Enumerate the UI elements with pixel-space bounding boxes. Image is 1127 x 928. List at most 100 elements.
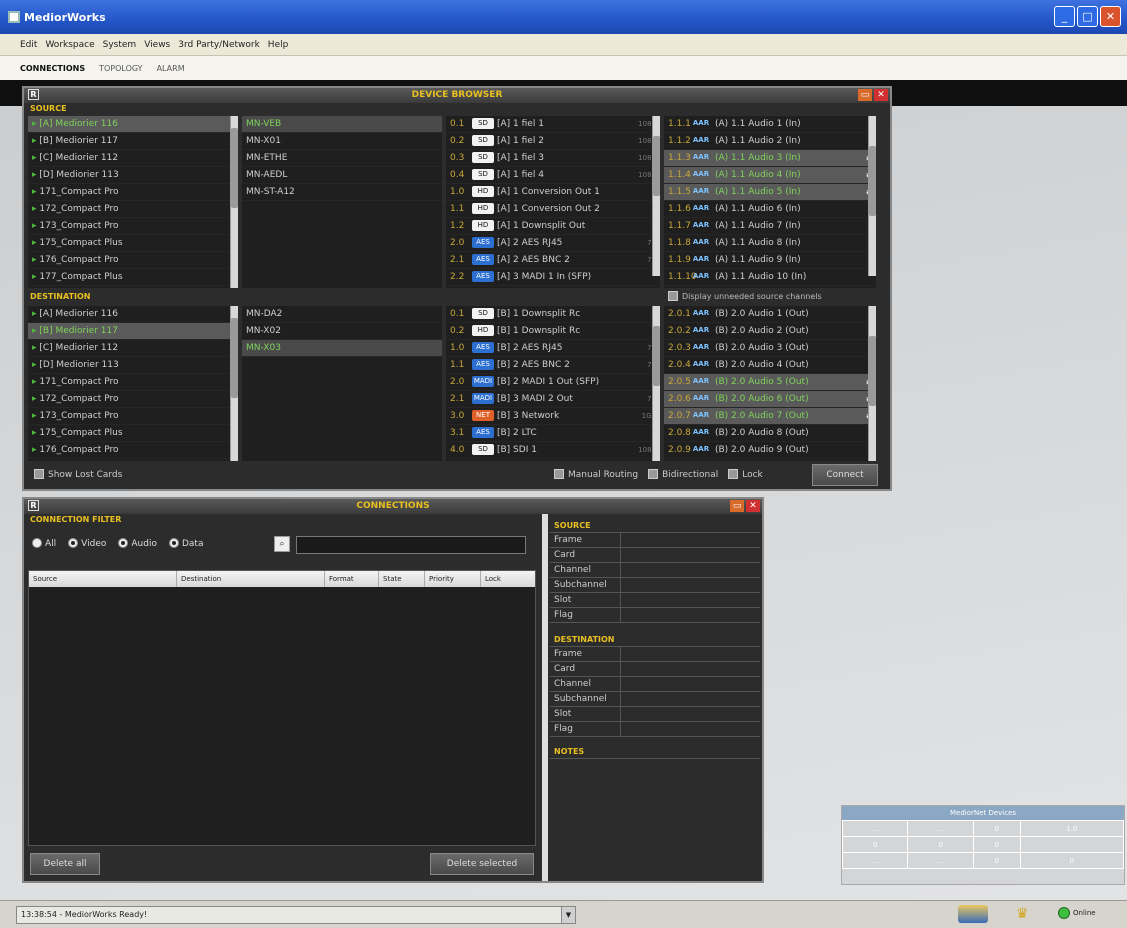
menu-system[interactable]: System [103, 40, 137, 50]
channel-list-item[interactable]: 1.1.1 AAR (A) 1.1 Audio 1 (In) [664, 116, 876, 133]
delete-all-button[interactable]: Delete all [30, 853, 100, 875]
signal-list-item[interactable]: 2.1MADI[B] 3 MADI 2 Out75 [446, 391, 660, 408]
card-list-item[interactable]: MN-AEDL [242, 167, 442, 184]
scrollbar[interactable] [230, 116, 238, 288]
column-lock[interactable]: Lock [481, 571, 535, 587]
filter-data-radio[interactable] [168, 538, 179, 548]
card-list-item[interactable]: MN-VEB [242, 116, 442, 133]
channel-list-item[interactable]: 2.0.4 AAR (B) 2.0 Audio 4 (Out) [664, 357, 876, 374]
menu-views[interactable]: Views [144, 40, 170, 50]
channel-list-item[interactable]: 1.1.6 AAR (A) 1.1 Audio 6 (In) [664, 201, 876, 218]
filter-video[interactable]: Video [68, 538, 106, 549]
display-unneeded-option[interactable]: Display unneeded source channels [668, 291, 822, 301]
channel-list-item[interactable]: 1.1.2 AAR (A) 1.1 Audio 2 (In) [664, 133, 876, 150]
frame-list-item[interactable]: ▸ 173_Compact Pro [28, 408, 238, 425]
bidirectional-option[interactable]: Bidirectional [648, 469, 718, 480]
column-destination[interactable]: Destination [177, 571, 325, 587]
frame-list-item[interactable]: ▸ 172_Compact Pro [28, 201, 238, 218]
column-source[interactable]: Source [29, 571, 177, 587]
maximize-button[interactable]: □ [1077, 6, 1098, 27]
filter-all[interactable]: All [32, 538, 56, 549]
channel-list-item[interactable]: 2.0.3 AAR (B) 2.0 Audio 3 (Out) [664, 340, 876, 357]
signal-list-item[interactable]: 1.2 HD [A] 1 Downsplit Out [446, 218, 660, 235]
signal-list-item[interactable]: 0.1 SD [B] 1 Downsplit Rc [446, 306, 660, 323]
network-sync-icon[interactable] [958, 905, 988, 923]
signal-list-item[interactable]: 2.0AES[A] 2 AES RJ4575 [446, 235, 660, 252]
menu-edit[interactable]: Edit [20, 40, 37, 50]
signal-list-item[interactable]: 0.1 SD [A] 1 fiel 1 1080 [446, 116, 660, 133]
frame-list-item[interactable]: ▸ [B] Mediorier 117 [28, 323, 238, 340]
signal-list-item[interactable]: 3.0 NET [B] 3 Network 1Gb [446, 408, 660, 425]
scrollbar[interactable] [652, 116, 660, 276]
column-priority[interactable]: Priority [425, 571, 481, 587]
signal-list-item[interactable]: 2.2 AES [A] 3 MADI 1 In (SFP) [446, 269, 660, 286]
signal-list-item[interactable]: 0.2 HD [B] 1 Downsplit Rc [446, 323, 660, 340]
frame-list-item[interactable]: ▸ 175_Compact Plus [28, 235, 238, 252]
frame-list-item[interactable]: ▸ 171_Compact Pro [28, 374, 238, 391]
channel-list-item[interactable]: 2.0.9 AAR (B) 2.0 Audio 9 (Out) [664, 442, 876, 459]
channel-list-item[interactable]: 1.1.10AAR (A) 1.1 Audio 10 (In) [664, 269, 876, 286]
channel-list-item[interactable]: 2.0.2 AAR (B) 2.0 Audio 2 (Out) [664, 323, 876, 340]
chevron-down-icon[interactable]: ▼ [561, 906, 575, 923]
frame-list-item[interactable]: ▸ [A] Mediorier 116 [28, 306, 238, 323]
signal-list-item[interactable]: 2.1AES[A] 2 AES BNC 275 [446, 252, 660, 269]
signal-list-item[interactable]: 0.2 SD [A] 1 fiel 2 1080 [446, 133, 660, 150]
scrollbar[interactable] [868, 116, 876, 276]
channel-list-item[interactable]: 1.1.7 AAR (A) 1.1 Audio 7 (In) [664, 218, 876, 235]
show-lost-cards-option[interactable]: Show Lost Cards [34, 469, 122, 480]
filter-data[interactable]: Data [168, 538, 203, 549]
channel-list-item[interactable]: 2.0.6AAR(B) 2.0 Audio 6 (Out)⇄ [664, 391, 876, 408]
scrollbar-thumb[interactable] [653, 136, 660, 196]
frame-list-item[interactable]: ▸ [C] Mediorier 112 [28, 340, 238, 357]
frame-list-item[interactable]: ▸ 175_Compact Plus [28, 425, 238, 442]
frame-list-item[interactable]: ▸ 171_Compact Pro [28, 184, 238, 201]
column-state[interactable]: State [379, 571, 425, 587]
card-list-item[interactable]: MN-X02 [242, 323, 442, 340]
signal-list-item[interactable]: 1.0AES[B] 2 AES RJ4575 [446, 340, 660, 357]
filter-video-radio[interactable] [68, 538, 79, 548]
show-lost-cards-checkbox[interactable] [34, 469, 44, 479]
frame-list-item[interactable]: ▸ 177_Compact Plus [28, 269, 238, 286]
frame-list-item[interactable]: ▸ 173_Compact Pro [28, 218, 238, 235]
search-icon[interactable]: ⌕ [274, 536, 290, 552]
scrollbar-thumb[interactable] [231, 128, 238, 208]
panel-restore-icon[interactable]: ▭ [858, 89, 872, 101]
frame-list-item[interactable]: ▸ [A] Mediorier 116 [28, 116, 238, 133]
card-list-item[interactable]: MN-DA2 [242, 306, 442, 323]
tab-connections[interactable]: CONNECTIONS [20, 64, 85, 73]
splitter-handle[interactable] [542, 514, 548, 881]
signal-list-item[interactable]: 3.1 AES [B] 2 LTC [446, 425, 660, 442]
signal-list-item[interactable]: 1.1 HD [A] 1 Conversion Out 2 [446, 201, 660, 218]
frame-list-item[interactable]: ▸ [D] Mediorier 113 [28, 357, 238, 374]
scrollbar[interactable] [652, 306, 660, 461]
delete-selected-button[interactable]: Delete selected [430, 853, 534, 875]
channel-list-item[interactable]: 2.0.8 AAR (B) 2.0 Audio 8 (Out) [664, 425, 876, 442]
card-list-item[interactable]: MN-ETHE [242, 150, 442, 167]
scrollbar[interactable] [230, 306, 238, 461]
channel-list-item[interactable]: 2.0.1 AAR (B) 2.0 Audio 1 (Out) [664, 306, 876, 323]
scrollbar-thumb[interactable] [231, 318, 238, 398]
card-list-item[interactable]: MN-X03 [242, 340, 442, 357]
lock-checkbox[interactable] [728, 469, 739, 479]
menu-help[interactable]: Help [268, 40, 289, 50]
minimize-button[interactable]: _ [1054, 6, 1075, 27]
channel-list-item[interactable]: 2.0.5AAR(B) 2.0 Audio 5 (Out)⇄ [664, 374, 876, 391]
display-unneeded-checkbox[interactable] [668, 291, 678, 301]
menu-workspace[interactable]: Workspace [45, 40, 94, 50]
connect-button[interactable]: Connect [812, 464, 878, 486]
signal-list-item[interactable]: 2.0 MADI [B] 2 MADI 1 Out (SFP) [446, 374, 660, 391]
panel-restore-icon[interactable]: ▭ [730, 500, 744, 512]
signal-list-item[interactable]: 1.0 HD [A] 1 Conversion Out 1 [446, 184, 660, 201]
frame-list-item[interactable]: ▸ [B] Mediorier 117 [28, 133, 238, 150]
signal-list-item[interactable]: 4.0 SD [B] SDI 1 1080 [446, 442, 660, 459]
column-format[interactable]: Format [325, 571, 379, 587]
filter-all-radio[interactable] [32, 538, 42, 548]
panel-close-icon[interactable]: ✕ [746, 500, 760, 512]
frame-list-item[interactable]: ▸ 172_Compact Pro [28, 391, 238, 408]
bidirectional-checkbox[interactable] [648, 469, 659, 479]
tab-alarm[interactable]: ALARM [157, 64, 185, 73]
channel-list-item[interactable]: 1.1.3AAR(A) 1.1 Audio 3 (In)⇄ [664, 150, 876, 167]
scrollbar-thumb[interactable] [653, 326, 660, 386]
filter-audio[interactable]: Audio [118, 538, 157, 549]
signal-list-item[interactable]: 0.4 SD [A] 1 fiel 4 1080 [446, 167, 660, 184]
